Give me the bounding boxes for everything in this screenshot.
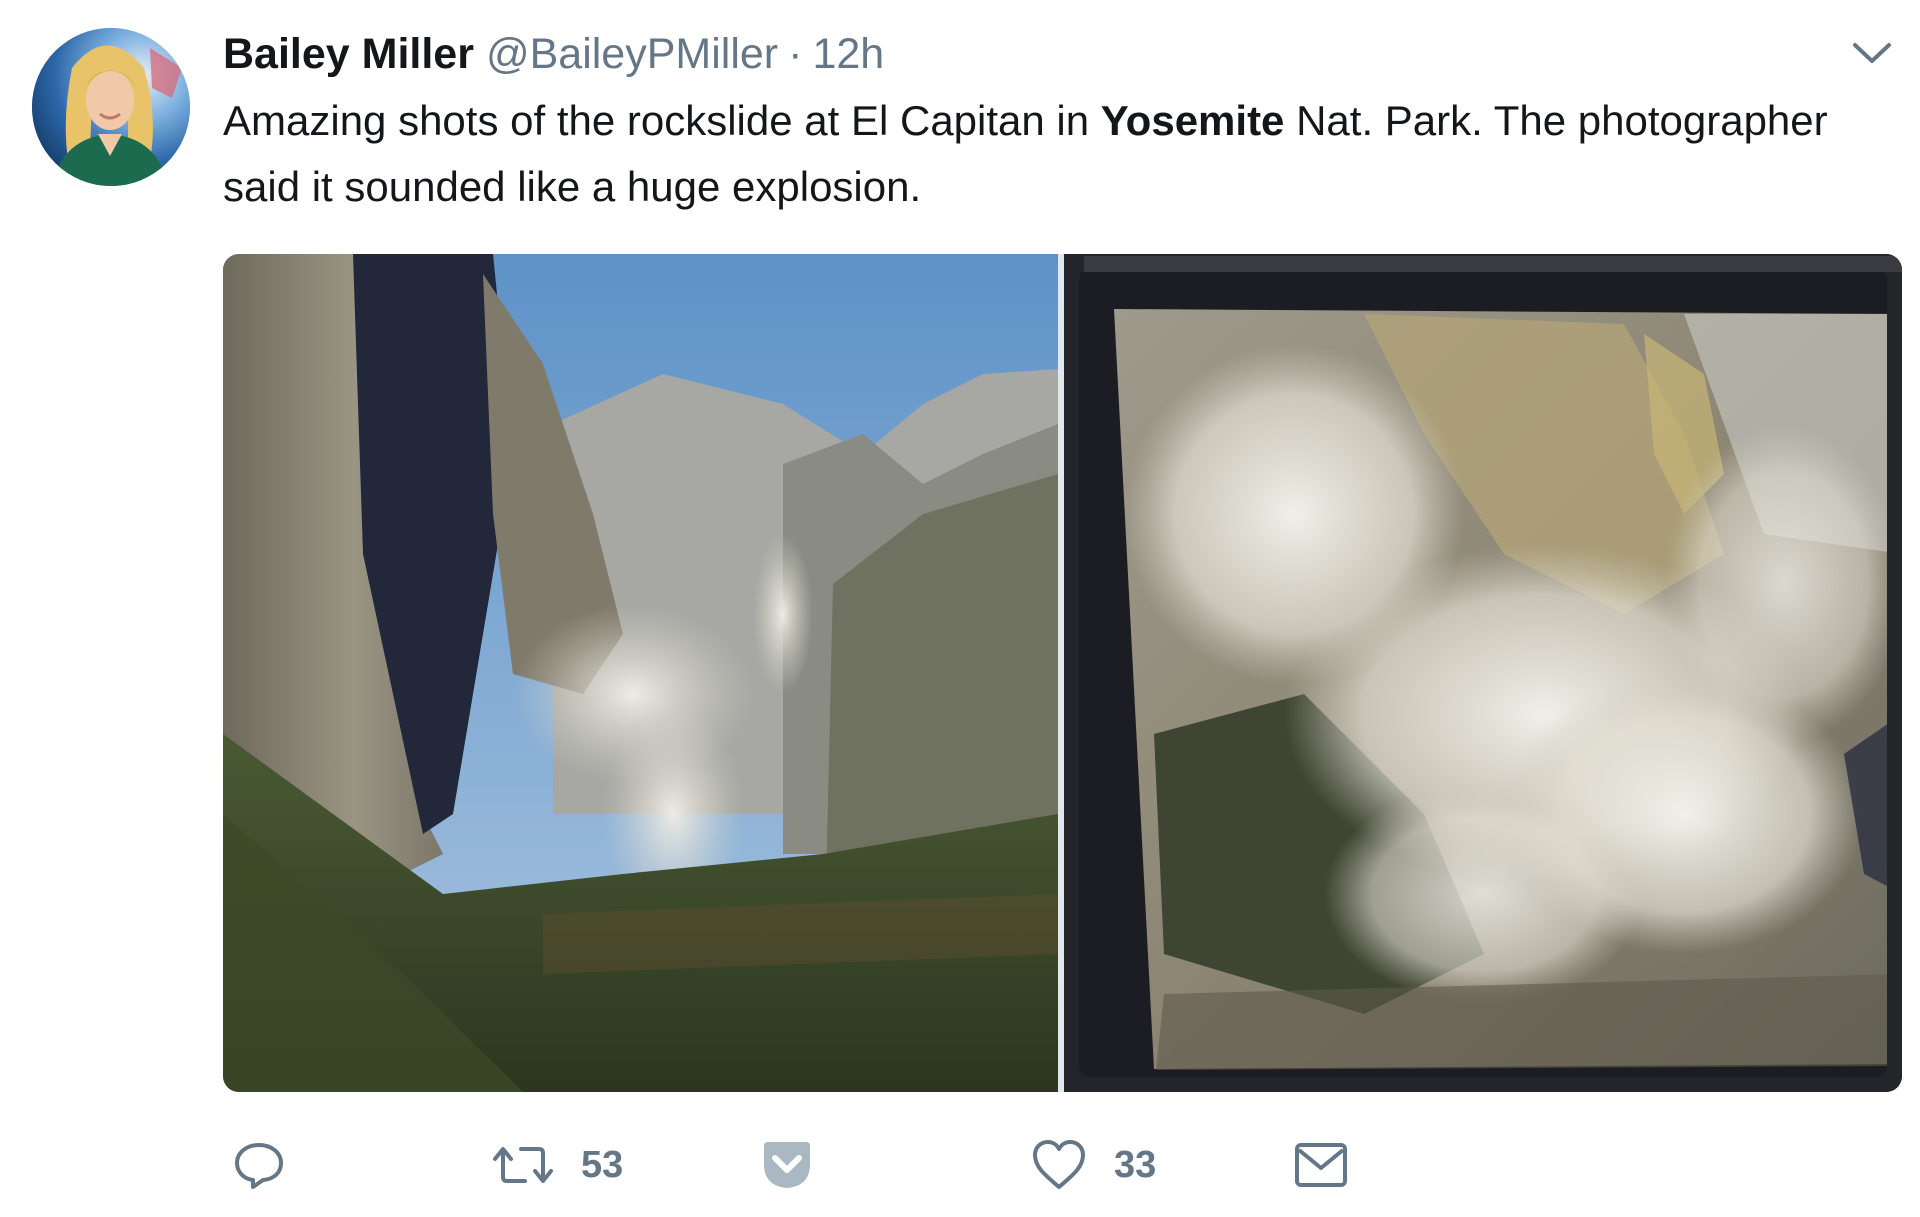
reply-icon (235, 1143, 283, 1189)
pocket-icon (764, 1142, 810, 1188)
heart-icon (1033, 1140, 1085, 1189)
retweet-count: 53 (581, 1143, 624, 1186)
tweet-card[interactable]: Bailey Miller @BaileyPMiller · 12h Amazi… (0, 0, 1920, 1217)
media-grid (223, 254, 1902, 1092)
timestamp[interactable]: 12h (812, 22, 884, 86)
like-button[interactable]: 33 (1030, 1130, 1156, 1200)
rockslide-photo-2[interactable] (1064, 254, 1902, 1092)
avatar[interactable] (32, 28, 190, 186)
author-name[interactable]: Bailey Miller (223, 22, 474, 86)
direct-message-button[interactable] (1293, 1130, 1349, 1200)
tweet-header: Bailey Miller @BaileyPMiller · 12h (223, 22, 884, 86)
tweet-text-part1: Amazing shots of the rockslide at El Cap… (223, 97, 1101, 144)
reply-button[interactable] (231, 1130, 287, 1200)
retweet-button[interactable]: 53 (491, 1130, 623, 1200)
retweet-icon (493, 1147, 553, 1183)
like-count: 33 (1114, 1143, 1157, 1186)
envelope-icon (1295, 1143, 1347, 1187)
tweet-text: Amazing shots of the rockslide at El Cap… (223, 88, 1843, 220)
separator-dot: · (788, 30, 803, 78)
avatar-image (32, 28, 190, 186)
tweet-text-bold: Yosemite (1100, 97, 1285, 144)
tweet-actions: 53 33 (223, 1130, 1902, 1200)
author-handle[interactable]: @BaileyPMiller (486, 22, 778, 86)
pocket-button[interactable] (760, 1130, 814, 1200)
rockslide-photo-1[interactable] (223, 254, 1058, 1092)
chevron-down-icon[interactable] (1845, 33, 1899, 73)
